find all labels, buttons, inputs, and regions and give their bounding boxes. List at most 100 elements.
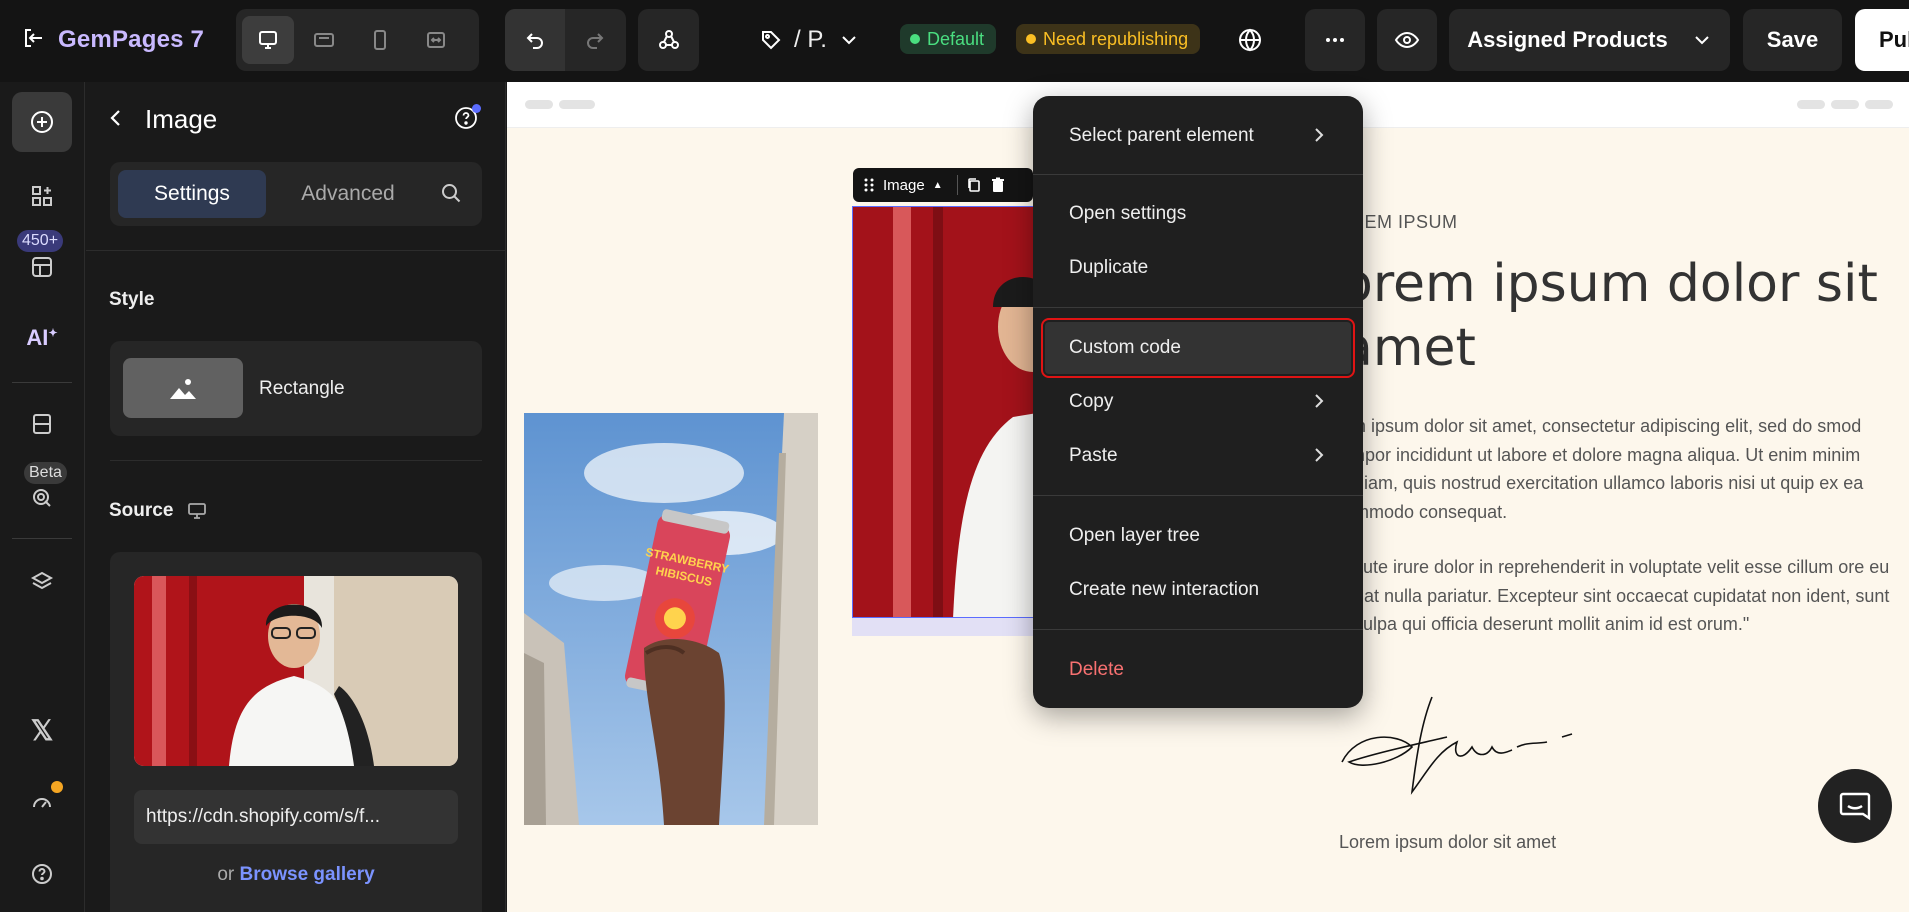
- element-toolbar: Image ▲: [853, 168, 1033, 202]
- menu-divider: [1033, 629, 1363, 630]
- rail-templates[interactable]: [12, 237, 72, 297]
- desktop-view-button[interactable]: [242, 16, 294, 64]
- back-chevron-icon[interactable]: [106, 108, 126, 133]
- assigned-products-dropdown[interactable]: Assigned Products: [1449, 9, 1730, 71]
- notification-dot: [472, 104, 481, 113]
- menu-divider: [1033, 174, 1363, 175]
- rail-x-integration[interactable]: 𝕏: [12, 700, 72, 760]
- skeleton-bar: [1865, 100, 1893, 109]
- tab-advanced[interactable]: Advanced: [278, 170, 418, 218]
- fit-view-button[interactable]: [410, 16, 462, 64]
- rail-divider: [12, 538, 72, 539]
- support-chat-button[interactable]: [1818, 769, 1892, 843]
- element-type-label[interactable]: Image: [883, 177, 925, 194]
- caret-up-icon[interactable]: ▲: [933, 180, 943, 191]
- rail-ai[interactable]: AI✦: [12, 308, 72, 368]
- menu-item-copy[interactable]: Copy: [1045, 376, 1351, 428]
- exit-icon[interactable]: [22, 27, 44, 54]
- menu-item-delete[interactable]: Delete: [1045, 644, 1351, 696]
- menu-item-open-settings[interactable]: Open settings: [1045, 188, 1351, 240]
- history-controls: [505, 9, 626, 71]
- section-headline[interactable]: orem ipsum dolor sit amet: [1341, 252, 1901, 380]
- section-eyebrow[interactable]: REM IPSUM: [1351, 212, 1458, 233]
- selection-padding-strip: [852, 618, 1042, 636]
- section-paragraph-1[interactable]: rem ipsum dolor sit amet, consectetur ad…: [1335, 412, 1895, 526]
- selected-image-element[interactable]: [852, 206, 1042, 618]
- publish-button[interactable]: Pul: [1855, 9, 1909, 71]
- panel-tabs: Settings Advanced: [110, 162, 482, 226]
- image-shape-thumbnail: [123, 358, 243, 418]
- mobile-view-button[interactable]: [354, 16, 406, 64]
- top-bar: GemPages 7 / P. Default Need republishin…: [0, 0, 1909, 82]
- drag-handle-icon[interactable]: [863, 177, 875, 193]
- panel-header: Image: [86, 82, 506, 158]
- page-name: / P.: [794, 26, 827, 53]
- style-section-title: Style: [109, 289, 155, 310]
- signature-image[interactable]: [1337, 692, 1577, 807]
- menu-item-custom-code[interactable]: Custom code: [1041, 318, 1355, 378]
- layout-icon: [32, 257, 52, 277]
- page-selector[interactable]: / P.: [760, 20, 859, 60]
- desktop-icon: [259, 31, 277, 49]
- menu-item-open-layer-tree[interactable]: Open layer tree: [1045, 510, 1351, 562]
- trash-icon[interactable]: [990, 177, 1006, 193]
- desktop-icon[interactable]: [187, 501, 207, 521]
- chat-icon: [1839, 792, 1871, 821]
- rail-pages[interactable]: [12, 394, 72, 454]
- mobile-icon: [374, 30, 386, 50]
- redo-icon: [587, 33, 604, 49]
- app-name: GemPages 7: [58, 26, 205, 53]
- theme-status-badge[interactable]: Default: [900, 24, 997, 54]
- undo-button[interactable]: [505, 9, 565, 71]
- chevron-right-icon: [1315, 394, 1324, 408]
- status-dot: [910, 34, 920, 44]
- redo-button[interactable]: [565, 9, 625, 71]
- plus-circle-icon: [31, 111, 53, 133]
- product-can-image[interactable]: STRAWBERRY HIBISCUS: [524, 413, 818, 825]
- eye-icon: [1394, 31, 1420, 49]
- menu-item-duplicate[interactable]: Duplicate: [1045, 242, 1351, 294]
- style-option-card[interactable]: Rectangle: [110, 341, 482, 436]
- skeleton-bar: [1831, 100, 1859, 109]
- rail-sections[interactable]: [12, 166, 72, 226]
- language-button[interactable]: [1232, 22, 1268, 58]
- menu-divider: [1033, 495, 1363, 496]
- context-menu: Select parent element Open settings Dupl…: [1033, 96, 1363, 708]
- tablet-view-button[interactable]: [298, 16, 350, 64]
- divider: [956, 175, 958, 195]
- image-url-input[interactable]: https://cdn.shopify.com/s/f...: [134, 790, 458, 844]
- browse-gallery-link[interactable]: Browse gallery: [240, 864, 375, 885]
- rail-inspector[interactable]: [12, 468, 72, 528]
- preview-button[interactable]: [1377, 9, 1437, 71]
- search-icon[interactable]: [440, 182, 462, 209]
- tag-icon: [762, 31, 781, 50]
- section-paragraph-2[interactable]: is aute irure dolor in reprehenderit in …: [1335, 553, 1895, 639]
- rail-layers[interactable]: [12, 552, 72, 612]
- rail-help[interactable]: [12, 844, 72, 904]
- flow-icon: [658, 30, 679, 49]
- more-options-button[interactable]: [1305, 9, 1365, 71]
- undo-icon: [526, 33, 543, 49]
- source-card: https://cdn.shopify.com/s/f... or Browse…: [110, 552, 482, 912]
- signature-caption[interactable]: Lorem ipsum dolor sit amet: [1339, 832, 1556, 853]
- menu-item-create-interaction[interactable]: Create new interaction: [1045, 564, 1351, 616]
- menu-item-paste[interactable]: Paste: [1045, 430, 1351, 482]
- source-image-preview[interactable]: [134, 576, 458, 766]
- publish-status-badge[interactable]: Need republishing: [1016, 24, 1201, 54]
- tab-settings[interactable]: Settings: [118, 170, 266, 218]
- interaction-flow-button[interactable]: [638, 9, 699, 71]
- target-cursor-icon: [33, 489, 51, 507]
- fit-width-icon: [427, 32, 445, 48]
- menu-divider: [1033, 307, 1363, 308]
- help-circle-icon: [32, 864, 52, 884]
- panel-title: Image: [145, 104, 218, 134]
- rail-performance[interactable]: [12, 772, 72, 832]
- skeleton-bar: [525, 100, 553, 109]
- logo[interactable]: GemPages 7: [22, 22, 204, 58]
- menu-item-select-parent[interactable]: Select parent element: [1045, 110, 1351, 162]
- notification-dot: [51, 781, 63, 793]
- source-section-title: Source: [109, 500, 207, 522]
- duplicate-icon[interactable]: [966, 177, 982, 193]
- rail-add-element[interactable]: [12, 92, 72, 152]
- save-button[interactable]: Save: [1743, 9, 1842, 71]
